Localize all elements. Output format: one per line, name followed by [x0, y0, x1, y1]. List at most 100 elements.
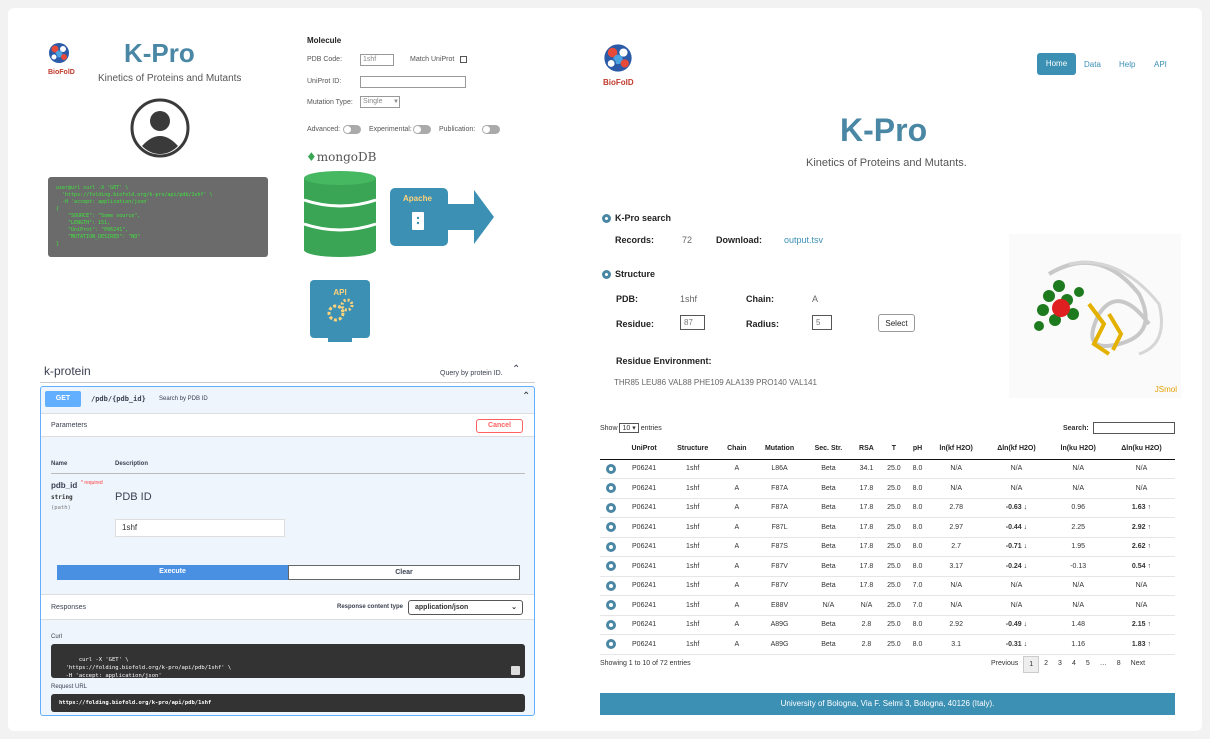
col-mutation[interactable]: Mutation: [754, 439, 805, 460]
residue-env-value: THR85 LEU86 VAL88 PHE109 ALA139 PRO140 V…: [614, 378, 817, 387]
download-link[interactable]: output.tsv: [784, 235, 823, 245]
radius-input[interactable]: 5: [812, 315, 832, 330]
page-button[interactable]: Next: [1126, 656, 1150, 673]
expand-row-icon[interactable]: [606, 580, 616, 591]
table-cell[interactable]: 1shf: [666, 576, 720, 596]
collapse-up-icon[interactable]: ⌃: [512, 364, 520, 375]
advanced-toggle[interactable]: [343, 125, 361, 134]
page-button[interactable]: 4: [1067, 656, 1081, 673]
select-button[interactable]: Select: [878, 314, 915, 332]
expand-row-icon[interactable]: [606, 483, 616, 494]
table-cell[interactable]: P06241: [622, 595, 667, 616]
col-dlnkf[interactable]: Δln(kf H2O): [984, 439, 1049, 460]
table-cell: 8.0: [907, 498, 928, 518]
table-cell[interactable]: F87A: [754, 498, 805, 518]
col-sec-str[interactable]: Sec. Str.: [804, 439, 853, 460]
table-cell: N/A: [927, 459, 985, 479]
table-cell[interactable]: P06241: [622, 634, 667, 655]
table-cell[interactable]: P06241: [622, 517, 667, 538]
table-cell: 2.92 ↑: [1107, 517, 1175, 538]
chevron-down-icon: ⌄: [511, 604, 517, 611]
get-method-badge[interactable]: GET: [45, 391, 81, 407]
expand-row-icon[interactable]: [606, 541, 616, 552]
table-cell[interactable]: 1shf: [666, 537, 720, 557]
content-type-select[interactable]: application/json ⌄: [408, 600, 523, 615]
table-cell[interactable]: P06241: [622, 498, 667, 518]
table-cell: N/A: [1107, 459, 1175, 479]
residue-input[interactable]: 87: [680, 315, 705, 330]
expand-row-icon[interactable]: [606, 619, 616, 630]
experimental-toggle[interactable]: [413, 125, 431, 134]
table-cell: 1.63 ↑: [1107, 498, 1175, 518]
table-cell[interactable]: 1shf: [666, 478, 720, 499]
table-cell[interactable]: 1shf: [666, 517, 720, 538]
table-cell[interactable]: 1shf: [666, 459, 720, 479]
page-button[interactable]: 8: [1112, 656, 1126, 673]
expand-row-icon[interactable]: [606, 600, 616, 611]
table-cell[interactable]: 1shf: [666, 556, 720, 577]
pdb-code-label: PDB Code:: [307, 56, 343, 63]
col-structure[interactable]: Structure: [666, 439, 720, 460]
mutation-type-select[interactable]: Single ▼: [360, 96, 400, 108]
page-button[interactable]: 5: [1081, 656, 1095, 673]
col-ph[interactable]: pH: [907, 439, 928, 460]
publication-toggle[interactable]: [482, 125, 500, 134]
table-cell[interactable]: P06241: [622, 556, 667, 577]
match-uniprot-checkbox[interactable]: [460, 56, 467, 63]
table-cell[interactable]: L86A: [754, 459, 805, 479]
table-cell[interactable]: F87L: [754, 517, 805, 538]
expand-row-icon[interactable]: [606, 522, 616, 533]
col-lnku[interactable]: ln(ku H2O): [1048, 439, 1108, 460]
col-dlnku[interactable]: Δln(ku H2O): [1107, 439, 1175, 460]
col-uniprot[interactable]: UniProt: [622, 439, 667, 460]
table-cell[interactable]: P06241: [622, 478, 667, 499]
table-cell[interactable]: F87V: [754, 556, 805, 577]
table-cell[interactable]: F87A: [754, 478, 805, 499]
col-chain[interactable]: Chain: [719, 439, 755, 460]
table-cell[interactable]: 1shf: [666, 634, 720, 655]
expand-row-icon[interactable]: [606, 463, 616, 474]
page-button[interactable]: 1: [1023, 656, 1040, 673]
expand-row-icon[interactable]: [606, 639, 616, 650]
clear-button[interactable]: Clear: [288, 565, 520, 580]
table-cell[interactable]: P06241: [622, 537, 667, 557]
jsmol-viewer[interactable]: JSmol: [1009, 234, 1181, 398]
pdb-code-input[interactable]: 1shf: [360, 54, 394, 66]
swagger-section-title[interactable]: k-protein: [44, 364, 91, 378]
table-cell[interactable]: P06241: [622, 615, 667, 635]
col-rsa[interactable]: RSA: [852, 439, 881, 460]
endpoint-path[interactable]: /pdb/{pdb_id}: [91, 395, 146, 403]
table-cell[interactable]: E88V: [754, 595, 805, 616]
table-cell[interactable]: A89G: [754, 634, 805, 655]
col-t[interactable]: T: [880, 439, 908, 460]
entries-select[interactable]: 10 ▾: [619, 423, 639, 433]
table-search-input[interactable]: [1093, 422, 1175, 434]
page-button[interactable]: 3: [1053, 656, 1067, 673]
cancel-button[interactable]: Cancel: [476, 419, 523, 433]
execute-button[interactable]: Execute: [57, 565, 288, 580]
chevron-up-icon[interactable]: ⌃: [522, 391, 530, 402]
table-cell[interactable]: P06241: [622, 576, 667, 596]
pdb-id-input[interactable]: 1shf: [115, 519, 285, 537]
table-cell[interactable]: 1shf: [666, 595, 720, 616]
nav-home[interactable]: Home: [1037, 53, 1076, 75]
copy-clipboard-icon[interactable]: [511, 666, 520, 675]
table-cell[interactable]: 1shf: [666, 498, 720, 518]
structure-toggle-icon[interactable]: [602, 270, 611, 279]
expand-row-icon[interactable]: [606, 502, 616, 513]
expand-row-icon[interactable]: [606, 561, 616, 572]
nav-data[interactable]: Data: [1084, 60, 1101, 69]
nav-api[interactable]: API: [1154, 60, 1167, 69]
search-toggle-icon[interactable]: [602, 214, 611, 223]
table-cell[interactable]: P06241: [622, 459, 667, 479]
table-cell[interactable]: F87V: [754, 576, 805, 596]
nav-help[interactable]: Help: [1119, 60, 1135, 69]
page-button[interactable]: Previous: [986, 656, 1023, 673]
table-cell[interactable]: 1shf: [666, 615, 720, 635]
logo-text: BioFolD: [48, 69, 75, 76]
table-cell[interactable]: F87S: [754, 537, 805, 557]
table-cell[interactable]: A89G: [754, 615, 805, 635]
page-button[interactable]: 2: [1039, 656, 1053, 673]
col-lnkf[interactable]: ln(kf H2O): [927, 439, 985, 460]
uniprot-id-input[interactable]: [360, 76, 466, 88]
